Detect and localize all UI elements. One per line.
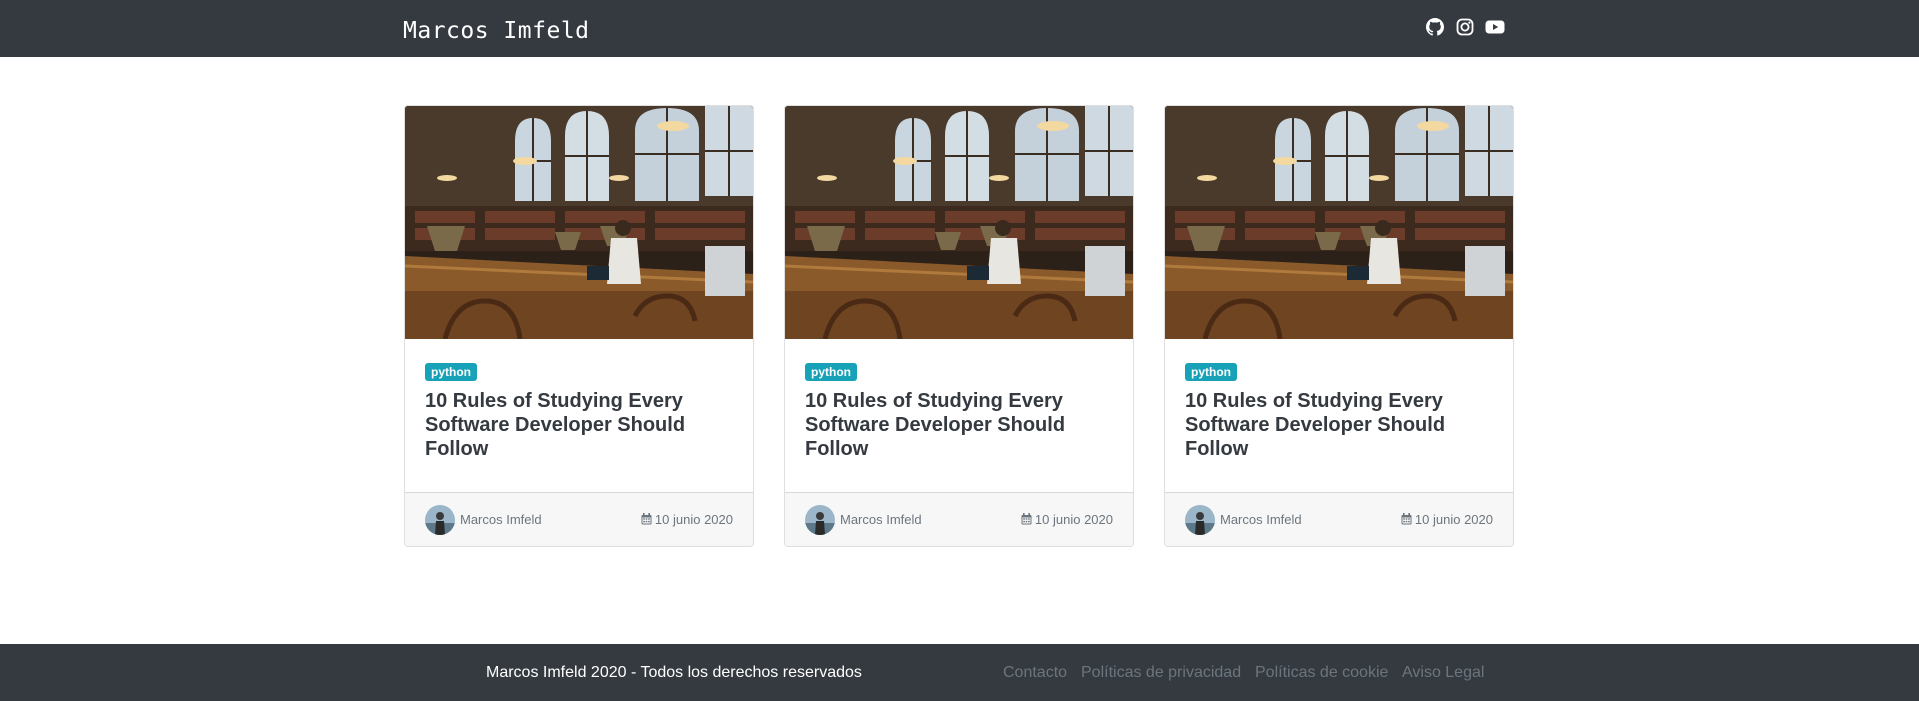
author-name: Marcos Imfeld — [460, 512, 542, 527]
avatar — [805, 505, 835, 535]
post-date-text: 10 junio 2020 — [1414, 512, 1493, 527]
tag-badge[interactable]: python — [425, 363, 477, 381]
post-date-text: 10 junio 2020 — [654, 512, 733, 527]
calendar-icon — [641, 513, 652, 525]
site-footer: Marcos Imfeld 2020 - Todos los derechos … — [0, 644, 1919, 701]
github-icon[interactable] — [1426, 18, 1444, 38]
post-date-text: 10 junio 2020 — [1034, 512, 1113, 527]
post-card[interactable]: python 10 Rules of Studying Every Softwa… — [1164, 105, 1514, 547]
footer-link-aviso-legal[interactable]: Aviso Legal — [1402, 663, 1484, 683]
footer-link-contacto[interactable]: Contacto — [1003, 663, 1067, 683]
post-date: 10 junio 2020 — [1401, 512, 1493, 528]
post-title[interactable]: 10 Rules of Studying Every Software Deve… — [1185, 389, 1490, 461]
avatar — [1185, 505, 1215, 535]
post-date: 10 junio 2020 — [1021, 512, 1113, 528]
tag-badge[interactable]: python — [805, 363, 857, 381]
post-title[interactable]: 10 Rules of Studying Every Software Deve… — [805, 389, 1110, 461]
post-date: 10 junio 2020 — [641, 512, 733, 528]
tag-badge[interactable]: python — [1185, 363, 1237, 381]
footer-link-cookie[interactable]: Políticas de cookie — [1255, 663, 1388, 683]
youtube-icon[interactable] — [1485, 18, 1505, 38]
calendar-icon — [1401, 513, 1412, 525]
calendar-icon — [1021, 513, 1032, 525]
instagram-icon[interactable] — [1456, 18, 1474, 38]
post-image[interactable] — [785, 106, 1133, 339]
card-footer: Marcos Imfeld 10 junio 2020 — [1165, 492, 1513, 546]
copyright-text: Marcos Imfeld 2020 - Todos los derechos … — [486, 664, 862, 681]
brand-title[interactable]: Marcos Imfeld — [403, 17, 590, 45]
post-image[interactable] — [1165, 106, 1513, 339]
post-card[interactable]: python 10 Rules of Studying Every Softwa… — [404, 105, 754, 547]
author-name: Marcos Imfeld — [840, 512, 922, 527]
post-title[interactable]: 10 Rules of Studying Every Software Deve… — [425, 389, 730, 461]
footer-link-privacidad[interactable]: Políticas de privacidad — [1081, 663, 1241, 683]
post-card[interactable]: python 10 Rules of Studying Every Softwa… — [784, 105, 1134, 547]
card-footer: Marcos Imfeld 10 junio 2020 — [405, 492, 753, 546]
card-footer: Marcos Imfeld 10 junio 2020 — [785, 492, 1133, 546]
author-name: Marcos Imfeld — [1220, 512, 1302, 527]
navbar: Marcos Imfeld — [0, 0, 1919, 57]
post-image[interactable] — [405, 106, 753, 339]
avatar — [425, 505, 455, 535]
